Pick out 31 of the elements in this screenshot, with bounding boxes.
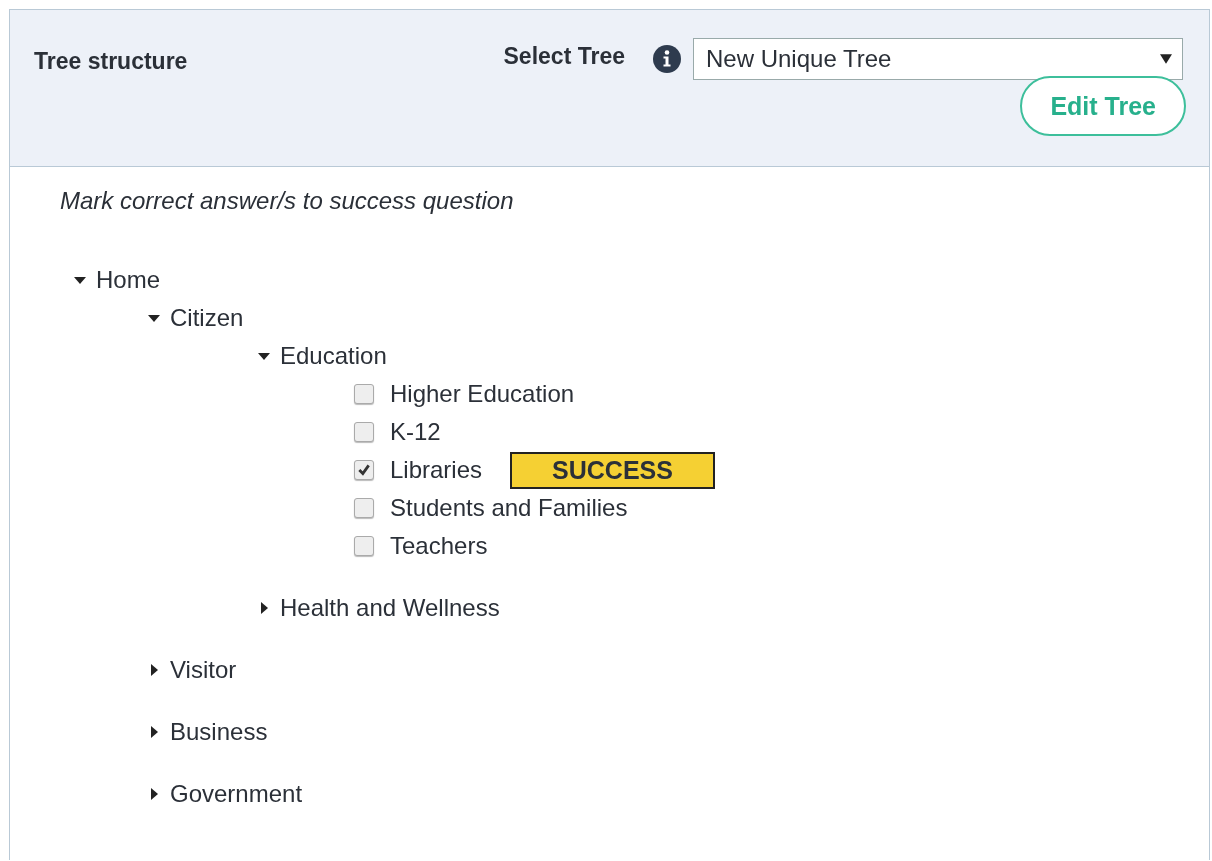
checkbox-label[interactable]: Higher Education: [390, 380, 575, 408]
caret-right-icon[interactable]: [148, 726, 160, 738]
caret-right-icon[interactable]: [258, 602, 270, 614]
instruction-text: Mark correct answer/s to success question: [60, 187, 515, 215]
success-badge: SUCCESS: [510, 451, 715, 489]
tree-node-label[interactable]: Home: [96, 266, 161, 294]
tree-node-label[interactable]: Health and Wellness: [280, 594, 500, 622]
tree-node-label[interactable]: Citizen: [170, 304, 244, 332]
checkbox[interactable]: [354, 422, 374, 442]
checkbox[interactable]: [354, 498, 374, 518]
tree-node-label[interactable]: Business: [170, 718, 268, 746]
tree-node-label[interactable]: Education: [280, 342, 387, 370]
tree-dropdown[interactable]: New Unique Tree: [693, 38, 1183, 80]
checkbox-label[interactable]: Libraries: [390, 456, 483, 484]
checkbox[interactable]: [354, 384, 374, 404]
info-icon[interactable]: [653, 45, 681, 73]
tree-node-label[interactable]: Visitor: [170, 656, 237, 684]
checkbox-label[interactable]: Students and Families: [390, 494, 628, 522]
tree-node-label[interactable]: Government: [170, 780, 303, 808]
caret-down-icon[interactable]: [148, 312, 160, 324]
caret-down-icon[interactable]: [74, 274, 86, 286]
dropdown-arrow-icon: [1160, 53, 1172, 65]
caret-right-icon[interactable]: [148, 788, 160, 800]
checkbox[interactable]: [354, 460, 374, 480]
caret-right-icon[interactable]: [148, 664, 160, 676]
checkbox-label[interactable]: K-12: [390, 418, 441, 446]
checkbox[interactable]: [354, 536, 374, 556]
checkbox-label[interactable]: Teachers: [390, 532, 488, 560]
panel-title: Tree structure: [34, 48, 188, 76]
caret-down-icon[interactable]: [258, 350, 270, 362]
select-label: Select Tree: [503, 42, 625, 70]
